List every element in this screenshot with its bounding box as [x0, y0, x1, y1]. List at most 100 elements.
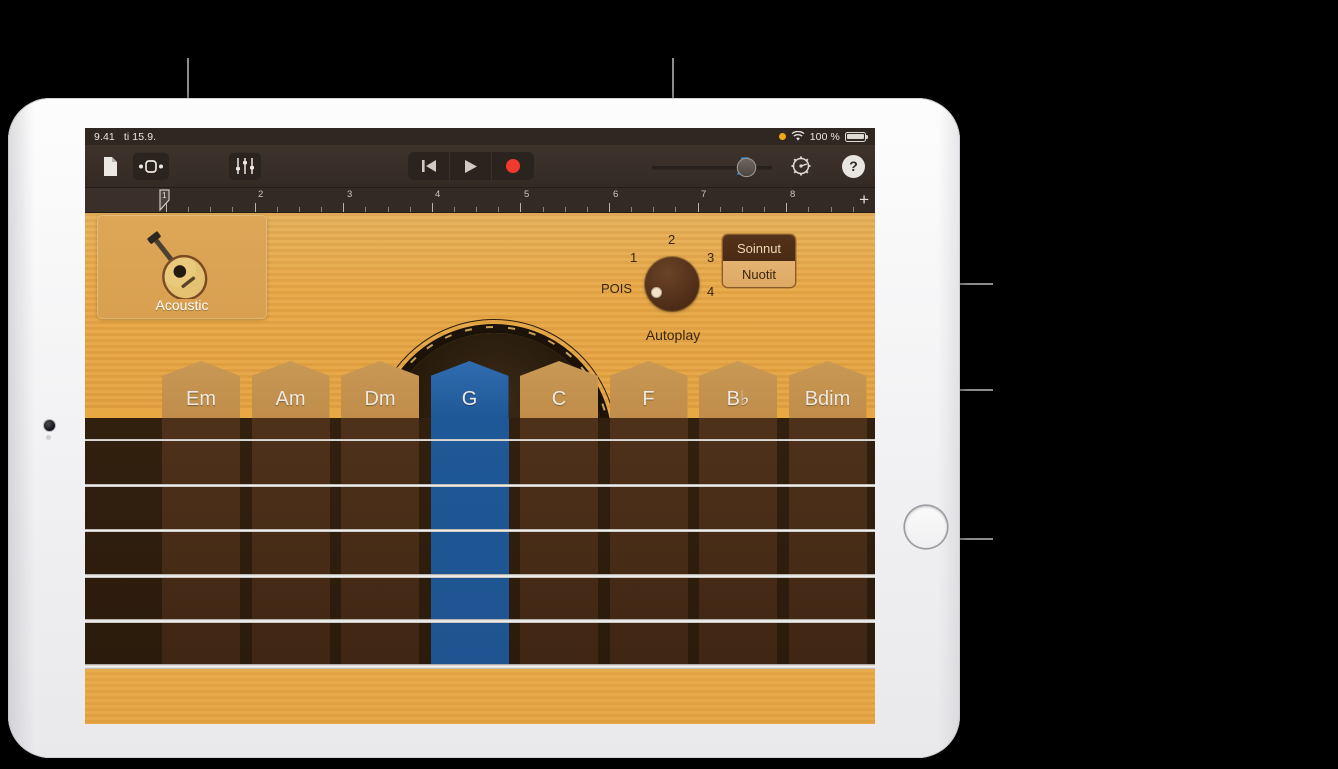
autoplay-label-3: 3	[707, 250, 715, 265]
ruler-number-7: 7	[701, 189, 707, 200]
screenshot-stage: 9.41 ti 15.9. 100 % ? 1 2 3 4 5 6 7 8 + …	[0, 0, 1338, 769]
ruler-tick	[431, 203, 433, 212]
instrument-card[interactable]: Acoustic	[97, 215, 267, 319]
chord-label: Dm	[341, 361, 419, 418]
ambient-sensor-icon	[46, 435, 51, 440]
ruler-tick	[166, 203, 167, 212]
ruler-tick	[719, 207, 721, 212]
add-track-button[interactable]: +	[859, 191, 869, 208]
mixer-sliders-icon[interactable]	[229, 152, 261, 180]
instrument-card-label: Acoustic	[155, 297, 209, 313]
autoplay-label-4: 4	[707, 284, 715, 299]
wifi-icon	[791, 131, 805, 141]
chord-label: Em	[162, 361, 240, 418]
ruler-number-5: 5	[524, 189, 530, 200]
orange-dot-icon	[778, 133, 786, 140]
ruler-tick	[321, 207, 323, 212]
ruler-tick	[741, 207, 743, 212]
ruler-tick	[653, 207, 655, 212]
ruler-tick	[697, 203, 699, 212]
ruler-tick	[764, 207, 766, 212]
main-toolbar: ?	[85, 145, 875, 188]
ruler-tick	[498, 207, 500, 212]
chord-label: C	[520, 361, 598, 418]
ruler-tick	[542, 207, 544, 212]
ruler-tick	[586, 207, 588, 212]
ruler-lead	[85, 188, 166, 212]
transport-controls	[408, 152, 534, 180]
guitar-string-4[interactable]	[85, 574, 875, 578]
ruler-tick	[343, 203, 345, 212]
ruler-tick	[210, 207, 212, 212]
mode-switch[interactable]: Soinnut Nuotit	[723, 235, 795, 287]
record-button[interactable]	[492, 152, 534, 180]
app-screen: 9.41 ti 15.9. 100 % ? 1 2 3 4 5 6 7 8 + …	[85, 128, 875, 724]
chord-label: Bdim	[788, 361, 867, 418]
ruler-tick	[675, 207, 677, 212]
autoplay-label-1: 1	[630, 250, 638, 265]
ruler-number-4: 4	[435, 189, 441, 200]
chord-label: B♭	[699, 361, 777, 418]
ruler-tick	[786, 203, 788, 212]
ruler-tick	[276, 207, 278, 212]
instrument-area: Acoustic POIS 1 2 3 4 Autoplay Soinnut N…	[85, 213, 875, 724]
ruler-number-2: 2	[258, 189, 264, 200]
autoplay-knob-indicator	[651, 287, 662, 298]
play-button[interactable]	[450, 152, 492, 180]
front-camera-icon	[44, 420, 55, 431]
guitar-string-1[interactable]	[85, 439, 875, 442]
chord-label: G	[430, 361, 509, 418]
guitar-string-3[interactable]	[85, 529, 875, 533]
mode-button-chords[interactable]: Soinnut	[723, 235, 795, 261]
track-view-icon[interactable]	[133, 152, 169, 180]
ruler-tick	[409, 207, 411, 212]
guitar-base-wood	[85, 666, 875, 724]
status-bar-left: 9.41 ti 15.9.	[94, 131, 156, 143]
guitar-string-6[interactable]	[85, 664, 875, 669]
autoplay-knob[interactable]	[645, 257, 699, 311]
ruler-tick	[188, 207, 190, 212]
acoustic-guitar-icon	[147, 231, 208, 299]
chord-label: F	[609, 361, 688, 418]
ruler-number-6: 6	[613, 189, 619, 200]
ruler-tick	[564, 207, 566, 212]
ruler-tick	[254, 203, 256, 212]
ruler-tick	[232, 207, 234, 212]
ruler-tick	[852, 207, 854, 212]
master-volume-slider[interactable]	[652, 159, 772, 176]
ruler-tick	[830, 207, 832, 212]
ruler-tick	[631, 207, 633, 212]
ruler-number-8: 8	[790, 189, 796, 200]
document-icon[interactable]	[95, 152, 125, 180]
autoplay-label-off: POIS	[601, 281, 633, 296]
status-time: 9.41	[94, 130, 115, 143]
ruler-tick	[808, 207, 810, 212]
guitar-strings[interactable]	[85, 418, 875, 669]
ruler-tick	[476, 207, 478, 212]
autoplay-control[interactable]: POIS 1 2 3 4 Autoplay	[601, 229, 733, 347]
home-button[interactable]	[905, 506, 947, 548]
toolbar-left-group	[95, 152, 261, 180]
chord-label: Am	[251, 361, 330, 418]
timeline-ruler[interactable]: 1 2 3 4 5 6 7 8 +	[85, 188, 875, 213]
ruler-tick	[387, 207, 389, 212]
status-date: ti 15.9.	[123, 130, 157, 143]
autoplay-label-2: 2	[668, 232, 676, 247]
help-button[interactable]: ?	[842, 154, 865, 178]
rewind-button[interactable]	[408, 152, 450, 180]
mode-button-notes[interactable]: Nuotit	[723, 261, 795, 287]
status-bar: 9.41 ti 15.9. 100 %	[85, 128, 875, 145]
ipad-device: 9.41 ti 15.9. 100 % ? 1 2 3 4 5 6 7 8 + …	[8, 98, 960, 758]
gear-icon[interactable]	[786, 152, 816, 180]
ruler-tick	[298, 207, 300, 212]
ruler-number-3: 3	[347, 189, 353, 200]
guitar-string-5[interactable]	[85, 619, 875, 624]
autoplay-title: Autoplay	[645, 327, 701, 343]
guitar-string-2[interactable]	[85, 484, 875, 487]
battery-percent-label: 100 %	[809, 130, 840, 143]
svg-text:1: 1	[162, 191, 167, 200]
ruler-tick	[520, 203, 522, 212]
ruler-tick	[365, 207, 367, 212]
status-bar-right: 100 %	[778, 130, 869, 143]
ruler-tick	[453, 207, 455, 212]
